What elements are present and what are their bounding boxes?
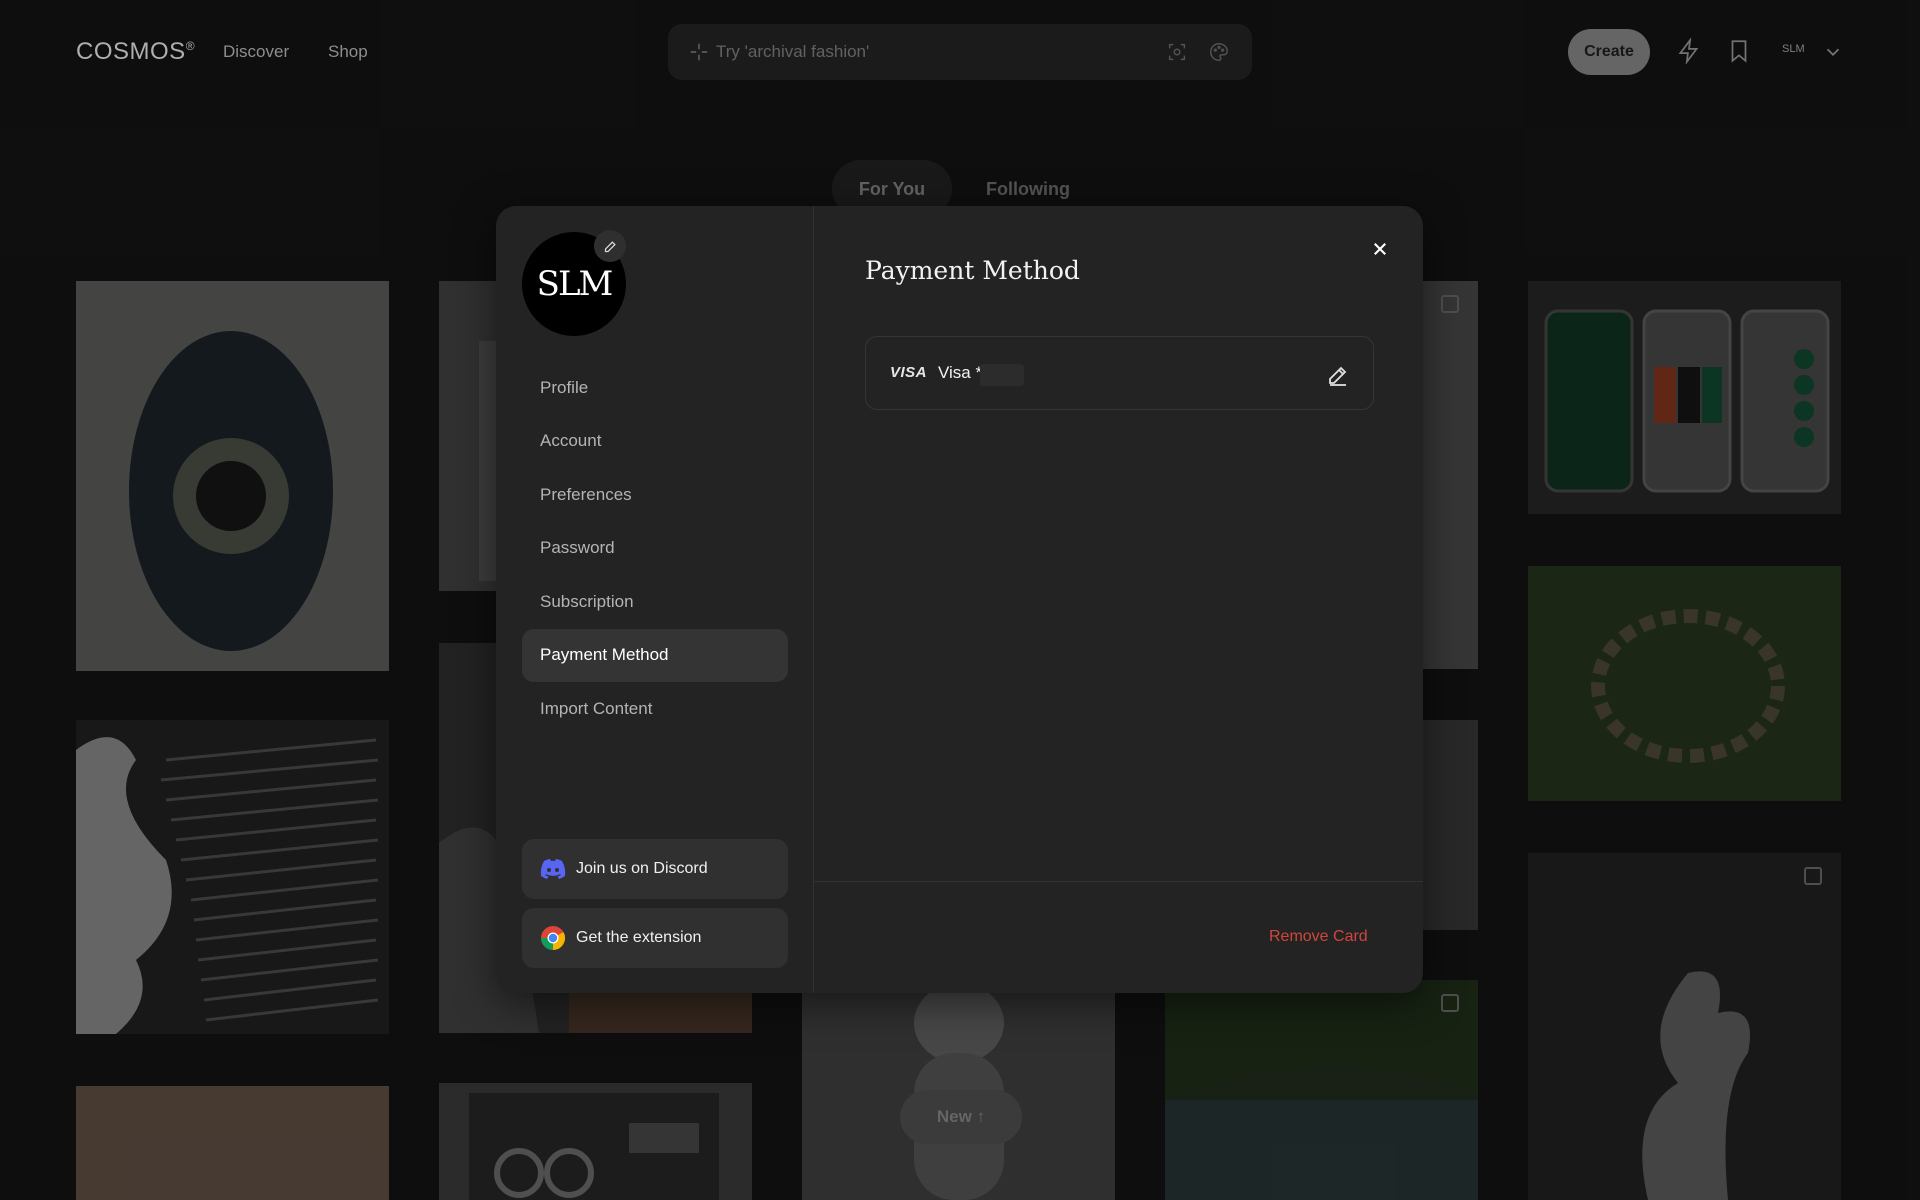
pencil-icon <box>604 240 616 252</box>
edit-avatar-button[interactable] <box>594 230 626 262</box>
settings-content: Payment Method VISA Visa * Remove Card <box>814 206 1423 993</box>
card-number-mask <box>980 364 1024 386</box>
edit-card-icon[interactable] <box>1326 363 1350 387</box>
card-label: Visa * <box>938 363 983 382</box>
discord-icon <box>540 856 566 882</box>
remove-card-button[interactable]: Remove Card <box>1269 928 1368 946</box>
payment-card: VISA Visa * <box>865 336 1374 410</box>
menu-item-subscription[interactable]: Subscription <box>522 575 788 629</box>
menu-item-payment-method[interactable]: Payment Method <box>522 628 788 682</box>
settings-modal: SLM Profile Account Preferences Password… <box>496 206 1423 993</box>
discord-label: Join us on Discord <box>576 860 708 877</box>
menu-item-account[interactable]: Account <box>522 415 788 469</box>
divider <box>814 881 1423 882</box>
settings-menu: Profile Account Preferences Password Sub… <box>522 361 788 736</box>
settings-sidebar: SLM Profile Account Preferences Password… <box>496 206 814 993</box>
close-icon <box>1374 243 1386 255</box>
close-button[interactable] <box>1365 234 1395 264</box>
menu-item-profile[interactable]: Profile <box>522 361 788 415</box>
menu-item-preferences[interactable]: Preferences <box>522 468 788 522</box>
extension-button[interactable]: Get the extension <box>522 908 788 968</box>
menu-item-password[interactable]: Password <box>522 522 788 576</box>
discord-button[interactable]: Join us on Discord <box>522 839 788 899</box>
visa-logo: VISA <box>890 364 928 381</box>
chrome-icon <box>540 925 566 951</box>
menu-item-import-content[interactable]: Import Content <box>522 682 788 736</box>
avatar-initials: SLM <box>536 264 614 304</box>
extension-label: Get the extension <box>576 929 702 946</box>
page-title: Payment Method <box>865 256 1080 285</box>
